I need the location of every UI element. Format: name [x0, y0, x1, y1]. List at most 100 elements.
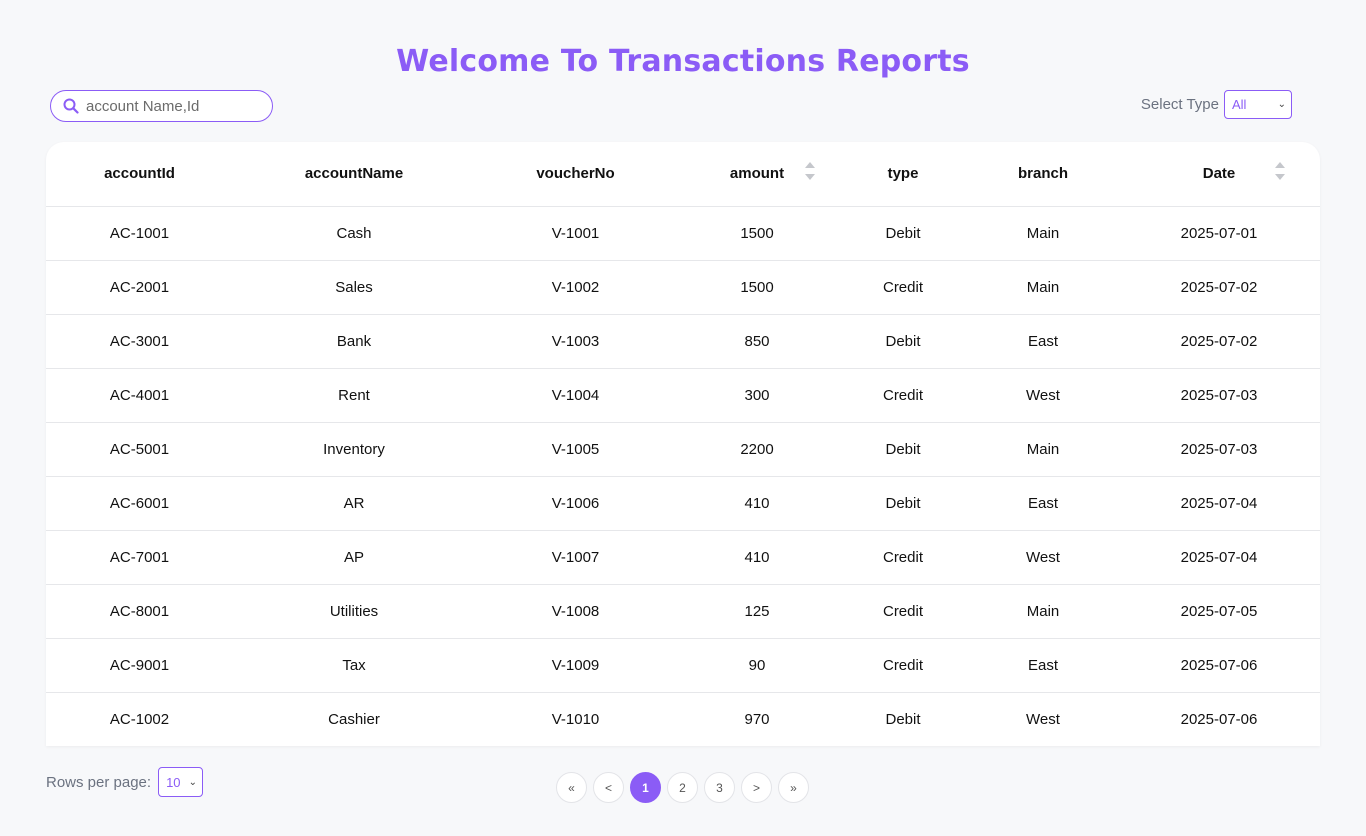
- column-header-amount[interactable]: amount: [676, 142, 838, 207]
- table-row: AC-2001 Sales V-1002 1500 Credit Main 2025-07-…: [46, 260, 1320, 315]
- cell-branch: West: [968, 368, 1118, 423]
- cell-accountname: AP: [233, 530, 475, 585]
- table-row: AC-5001 Inventory V-1005 2200 Debit Main 2025-…: [46, 422, 1320, 477]
- cell-voucherno: V-1009: [475, 638, 676, 693]
- type-filter-label: Select Type: [1140, 96, 1219, 113]
- table-row: AC-6001 AR V-1006 410 Debit East 2025-07-04: [46, 476, 1320, 531]
- cell-date: 2025-07-04: [1118, 476, 1320, 531]
- first-page-button[interactable]: «: [556, 772, 587, 803]
- cell-type: Debit: [838, 476, 968, 531]
- sort-up-icon: [805, 162, 815, 168]
- column-header-accountid: accountId: [46, 142, 233, 207]
- page-button[interactable]: 3: [704, 772, 735, 803]
- cell-voucherno: V-1002: [475, 260, 676, 315]
- sort-down-icon: [1275, 174, 1285, 180]
- cell-voucherno: V-1004: [475, 368, 676, 423]
- column-header-label: amount: [729, 165, 785, 183]
- cell-voucherno: V-1005: [475, 422, 676, 477]
- cell-branch: West: [1026, 710, 1060, 728]
- table-row: AC-8001 Utilities V-1008 125 Credit Main 2025-…: [46, 584, 1320, 639]
- table-row: AC-3001 Bank V-1003 850 Debit East 2025-07-02: [46, 314, 1320, 369]
- sort-up-icon: [1275, 162, 1285, 168]
- cell-branch: East: [968, 638, 1118, 693]
- cell-type: Debit: [885, 710, 921, 728]
- cell-accountname: Inventory: [233, 422, 475, 477]
- search-input[interactable]: [86, 97, 256, 115]
- cell-amount: 2200: [676, 422, 838, 477]
- cell-amount: 1500: [676, 206, 838, 261]
- cell-date: 2025-07-01: [1118, 206, 1320, 261]
- cell-voucherno: V-1003: [475, 314, 676, 369]
- column-header-label: accountId: [104, 165, 175, 183]
- search-icon: [63, 98, 79, 114]
- cell-branch: West: [968, 530, 1118, 585]
- cell-accountname: AR: [233, 476, 475, 531]
- cell-accountname: Cashier: [328, 710, 380, 728]
- sort-icon[interactable]: [1275, 162, 1285, 180]
- column-header-label: Date: [1202, 165, 1236, 183]
- cell-date: 2025-07-06: [1118, 638, 1320, 693]
- cell-amount: 1500: [676, 260, 838, 315]
- column-header-label: type: [887, 165, 919, 183]
- cell-branch: Main: [968, 422, 1118, 477]
- cell-accountname: Rent: [233, 368, 475, 423]
- column-header-date[interactable]: Date: [1118, 142, 1320, 207]
- cell-type: Debit: [838, 314, 968, 369]
- transactions-table: accountId accountName voucherNo amount type b…: [46, 142, 1320, 746]
- cell-type: Credit: [838, 530, 968, 585]
- prev-page-button[interactable]: <: [593, 772, 624, 803]
- cell-type: Debit: [838, 422, 968, 477]
- cell-amount: 410: [676, 476, 838, 531]
- cell-accountid: AC-6001: [46, 476, 233, 531]
- chevron-down-icon: ⌄: [1277, 99, 1286, 110]
- transactions-table-card: accountId accountName voucherNo amount type b…: [46, 142, 1320, 746]
- cell-date: 2025-07-04: [1118, 530, 1320, 585]
- column-header-branch: branch: [968, 142, 1118, 207]
- table-row: AC-7001 AP V-1007 410 Credit West 2025-07-04: [46, 530, 1320, 585]
- cell-voucherno: V-1001: [475, 206, 676, 261]
- column-header-label: accountName: [304, 165, 404, 183]
- cell-accountname: Cash: [233, 206, 475, 261]
- cell-voucherno: V-1007: [475, 530, 676, 585]
- cell-date: 2025-07-05: [1118, 584, 1320, 639]
- type-select[interactable]: All ⌄: [1224, 90, 1292, 119]
- cell-type: Credit: [838, 260, 968, 315]
- transactions-report-page: Welcome To Transactions Reports Select T…: [0, 0, 1366, 836]
- cell-amount: 300: [676, 368, 838, 423]
- cell-type: Credit: [838, 368, 968, 423]
- cell-branch: East: [968, 476, 1118, 531]
- cell-date: 2025-07-02: [1118, 314, 1320, 369]
- cell-accountid: AC-4001: [46, 368, 233, 423]
- page-title: Welcome To Transactions Reports: [396, 44, 970, 79]
- rows-per-page-select[interactable]: 10 ⌄: [158, 767, 204, 797]
- cell-accountname: Utilities: [233, 584, 475, 639]
- cell-branch: East: [968, 314, 1118, 369]
- table-row: AC-1001 Cash V-1001 1500 Debit Main 2025-07-01: [46, 206, 1320, 261]
- sort-down-icon: [805, 174, 815, 180]
- page-button[interactable]: 2: [667, 772, 698, 803]
- column-header-voucherno: voucherNo: [475, 142, 676, 207]
- cell-branch: Main: [968, 206, 1118, 261]
- cell-accountid: AC-1002: [109, 710, 170, 728]
- cell-type: Credit: [838, 638, 968, 693]
- search-box[interactable]: [50, 90, 273, 122]
- cell-date: 2025-07-03: [1118, 422, 1320, 477]
- cell-amount: 125: [676, 584, 838, 639]
- cell-type: Debit: [838, 206, 968, 261]
- cell-accountid: AC-2001: [46, 260, 233, 315]
- next-page-button[interactable]: >: [741, 772, 772, 803]
- cell-amount: 410: [676, 530, 838, 585]
- chevron-down-icon: ⌄: [188, 776, 198, 788]
- cell-branch: Main: [968, 584, 1118, 639]
- sort-icon[interactable]: [805, 162, 815, 180]
- cell-accountid: AC-3001: [46, 314, 233, 369]
- table-header-row: accountId accountName voucherNo amount type b…: [46, 142, 1320, 207]
- cell-voucherno: V-1008: [475, 584, 676, 639]
- cell-amount: 970: [744, 710, 770, 728]
- last-page-button[interactable]: »: [778, 772, 809, 803]
- page-button-current[interactable]: 1: [630, 772, 661, 803]
- cell-voucherno: V-1010: [551, 710, 600, 728]
- pagination: « < 1 2 3 > »: [556, 772, 809, 803]
- cell-date: 2025-07-06: [1180, 710, 1258, 728]
- cell-date: 2025-07-02: [1118, 260, 1320, 315]
